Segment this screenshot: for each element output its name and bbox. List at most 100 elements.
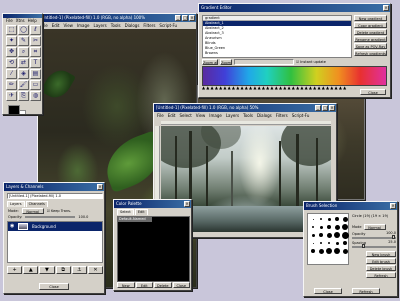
brush-spacing-slider[interactable] — [352, 244, 396, 248]
toolbox-menu-xtns[interactable]: Xtns — [16, 18, 25, 24]
gradient-list[interactable]: gradient Abstract_1 Abstract_2 Abstract_3 A… — [202, 15, 352, 58]
palette-close-button[interactable]: Close — [172, 282, 190, 288]
tab-edit[interactable]: Edit — [134, 209, 148, 215]
img-menu-dialogs[interactable]: Dialogs — [257, 112, 272, 119]
foreground-color-swatch[interactable] — [8, 105, 20, 114]
ellipse-select-icon[interactable]: ◯ — [18, 25, 29, 35]
brush-swatch[interactable] — [333, 223, 341, 231]
menu-dialogs[interactable]: Dialogs — [125, 22, 140, 29]
brush-swatch[interactable] — [341, 231, 349, 239]
raise-layer-button[interactable]: ▲ — [23, 266, 39, 274]
keep-trans-checkbox[interactable]: ☑ Keep Trans. — [47, 209, 71, 213]
toolbox-titlebar[interactable] — [3, 14, 42, 18]
anchor-layer-button[interactable]: ⚓ — [71, 266, 87, 274]
delete-gradient-button[interactable]: Delete gradient — [354, 29, 387, 35]
brush-swatch[interactable] — [309, 239, 317, 247]
brush-swatch[interactable] — [341, 223, 349, 231]
minimize-icon[interactable]: _ — [175, 15, 181, 21]
gradient-scrollbar[interactable] — [234, 59, 294, 65]
gradient-preview[interactable] — [202, 66, 387, 86]
toolbox-menu-help[interactable]: Help — [28, 18, 37, 24]
move-icon[interactable]: ✥ — [6, 47, 17, 57]
brush-grid[interactable] — [307, 213, 349, 265]
horizontal-ruler[interactable] — [161, 121, 331, 125]
layers-channels-window[interactable]: Layers & Channels × [Untitled-1] (Pixela… — [3, 182, 105, 294]
paintbrush-icon[interactable]: 🖌 — [18, 80, 29, 90]
blur-icon[interactable]: ◍ — [30, 91, 41, 101]
airbrush-icon[interactable]: ✈ — [6, 91, 17, 101]
menu-edit[interactable]: Edit — [52, 22, 60, 29]
toolbox-window[interactable]: File Xtns Help ⬚ ◯ ℓ ✦ ✎ ✂ ✥ ⌕ ⌗ ⟲ ⇄ T ⁄ ◈ ▤ ✏ 🖌 ▭ ✈ ⎘ ◍ — [2, 13, 43, 115]
gradient-editor-titlebar[interactable]: Gradient Editor × — [199, 4, 390, 12]
brush-swatch[interactable] — [325, 231, 333, 239]
brush-swatch[interactable] — [325, 223, 333, 231]
blend-icon[interactable]: ▤ — [30, 69, 41, 79]
color-palette-window[interactable]: Color Palette × Select Edit Default-Name… — [113, 199, 192, 291]
menu-layers[interactable]: Layers — [93, 22, 106, 29]
bezier-icon[interactable]: ✎ — [18, 36, 29, 46]
brush-swatch[interactable] — [309, 247, 317, 255]
delete-layer-button[interactable]: ✕ — [87, 266, 104, 274]
img-menu-filters[interactable]: Filters — [276, 112, 288, 119]
eraser-icon[interactable]: ▭ — [30, 80, 41, 90]
lasso-icon[interactable]: ℓ — [30, 25, 41, 35]
brush-swatch[interactable] — [325, 247, 333, 255]
copy-gradient-button[interactable]: Copy gradient — [354, 22, 387, 28]
brush-new-button[interactable]: New brush — [366, 251, 396, 257]
brush-delete-button[interactable]: Delete brush — [366, 265, 396, 271]
layers-titlebar[interactable]: Layers & Channels × — [4, 183, 104, 191]
menu-script-fu[interactable]: Script-Fu — [159, 22, 177, 29]
menu-filters[interactable]: Filters — [143, 22, 155, 29]
crop-icon[interactable]: ⌗ — [30, 47, 41, 57]
brush-swatch[interactable] — [309, 231, 317, 239]
instant-update-checkbox[interactable]: ☑ Instant update — [296, 60, 326, 64]
brush-spacing-knob[interactable] — [362, 244, 365, 248]
menu-image[interactable]: Image — [77, 22, 90, 29]
transform-icon[interactable]: ⟲ — [6, 58, 17, 68]
brush-swatch[interactable] — [341, 239, 349, 247]
mode-dropdown[interactable]: Normal — [21, 208, 44, 214]
close-icon[interactable]: × — [383, 5, 389, 11]
text-icon[interactable]: T — [30, 58, 41, 68]
magic-wand-icon[interactable]: ✦ — [6, 36, 17, 46]
close-icon[interactable]: × — [97, 184, 103, 190]
toolbox-menu-file[interactable]: File — [6, 18, 13, 24]
fg-bg-color-swatches[interactable] — [6, 104, 39, 114]
rect-select-icon[interactable]: ⬚ — [6, 25, 17, 35]
close-icon[interactable]: × — [390, 203, 396, 209]
clone-icon[interactable]: ⎘ — [18, 91, 29, 101]
palette-titlebar[interactable]: Color Palette × — [114, 200, 191, 208]
brush-swatch[interactable] — [333, 239, 341, 247]
img-menu-script-fu[interactable]: Script-Fu — [292, 112, 310, 119]
img-menu-edit[interactable]: Edit — [168, 112, 176, 119]
brush-close-button[interactable]: Close — [314, 288, 342, 294]
pencil-icon[interactable]: ✏ — [6, 80, 17, 90]
gradient-close-button[interactable]: Close — [360, 89, 386, 95]
close-icon[interactable]: × — [184, 201, 190, 207]
close-icon[interactable]: × — [189, 15, 195, 21]
duplicate-layer-button[interactable]: ⧉ — [55, 266, 71, 274]
brush-edit-button[interactable]: Edit brush — [366, 258, 396, 264]
brush-swatch[interactable] — [317, 239, 325, 247]
tab-channels[interactable]: Channels — [25, 201, 48, 207]
brush-refresh-bottom-button[interactable]: Refresh — [352, 288, 380, 294]
tab-layers[interactable]: Layers — [7, 201, 25, 207]
brush-opacity-knob[interactable] — [392, 235, 395, 239]
scissors-icon[interactable]: ✂ — [30, 36, 41, 46]
layers-close-button[interactable]: Close — [39, 283, 69, 290]
close-icon[interactable]: × — [329, 105, 335, 111]
palette-selected-item[interactable]: Default-Named — [118, 217, 152, 222]
menu-view[interactable]: View — [63, 22, 73, 29]
maximize-icon[interactable]: □ — [322, 105, 328, 111]
img-menu-view[interactable]: View — [196, 112, 206, 119]
image-window-titlebar[interactable]: [Untitled-1] (Pixelated-fill) 1.0 (RGB, … — [154, 104, 336, 112]
menu-tools[interactable]: Tools — [111, 22, 121, 29]
tab-select[interactable]: Select — [117, 209, 134, 215]
brush-swatch[interactable] — [333, 215, 341, 223]
brush-swatch[interactable] — [317, 215, 325, 223]
brush-swatch[interactable] — [341, 247, 349, 255]
brush-swatch[interactable] — [317, 223, 325, 231]
palette-delete-button[interactable]: Delete — [154, 282, 172, 288]
bucket-fill-icon[interactable]: ◈ — [18, 69, 29, 79]
magnify-icon[interactable]: ⌕ — [18, 47, 29, 57]
